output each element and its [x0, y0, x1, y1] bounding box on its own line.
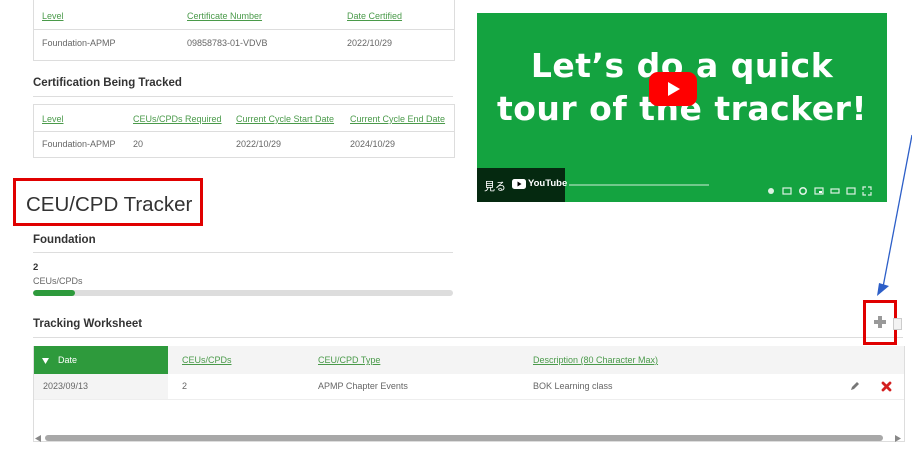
- edit-pencil-icon[interactable]: [849, 381, 860, 392]
- row-date-cell: 2023/09/13: [34, 374, 168, 399]
- add-entry-button[interactable]: [873, 315, 887, 329]
- worksheet-title: Tracking Worksheet: [33, 318, 143, 330]
- date-column-header[interactable]: Date: [34, 346, 168, 374]
- ceu-progress-fill: [33, 290, 75, 296]
- scroll-right-icon[interactable]: [895, 435, 901, 442]
- tracker-level: Foundation: [33, 234, 96, 246]
- date-header-label: Date: [58, 355, 78, 365]
- tracker-title: CEU/CPD Tracker: [26, 193, 193, 216]
- sort-desc-icon: [42, 358, 49, 364]
- row-ceu-type: APMP Chapter Events: [318, 381, 408, 391]
- plus-icon: [874, 316, 886, 328]
- col-description[interactable]: Description (80 Character Max): [533, 355, 658, 365]
- scrollbar-thumb[interactable]: [45, 435, 883, 441]
- worksheet-table: Date CEUs/CPDs CEU/CPD Type Description …: [33, 346, 905, 442]
- worksheet-divider: [33, 337, 903, 338]
- scroll-left-icon[interactable]: [35, 435, 41, 442]
- delete-x-icon[interactable]: [881, 381, 892, 392]
- export-button[interactable]: [893, 318, 902, 330]
- worksheet-header-row: Date CEUs/CPDs CEU/CPD Type Description …: [34, 346, 904, 374]
- row-ceus: 2: [182, 381, 188, 391]
- ceu-count-label: CEUs/CPDs: [33, 276, 83, 286]
- row-description: BOK Learning class: [533, 381, 613, 391]
- tracker-divider: [33, 252, 453, 253]
- horizontal-scrollbar[interactable]: [33, 432, 903, 444]
- row-date: 2023/09/13: [43, 381, 89, 391]
- col-ceus[interactable]: CEUs/CPDs: [182, 355, 232, 365]
- col-ceu-type[interactable]: CEU/CPD Type: [318, 355, 380, 365]
- table-row: 2023/09/13 2 APMP Chapter Events BOK Lea…: [34, 374, 904, 400]
- ceu-count: 2: [33, 262, 39, 273]
- ceu-progress-track: [33, 290, 453, 296]
